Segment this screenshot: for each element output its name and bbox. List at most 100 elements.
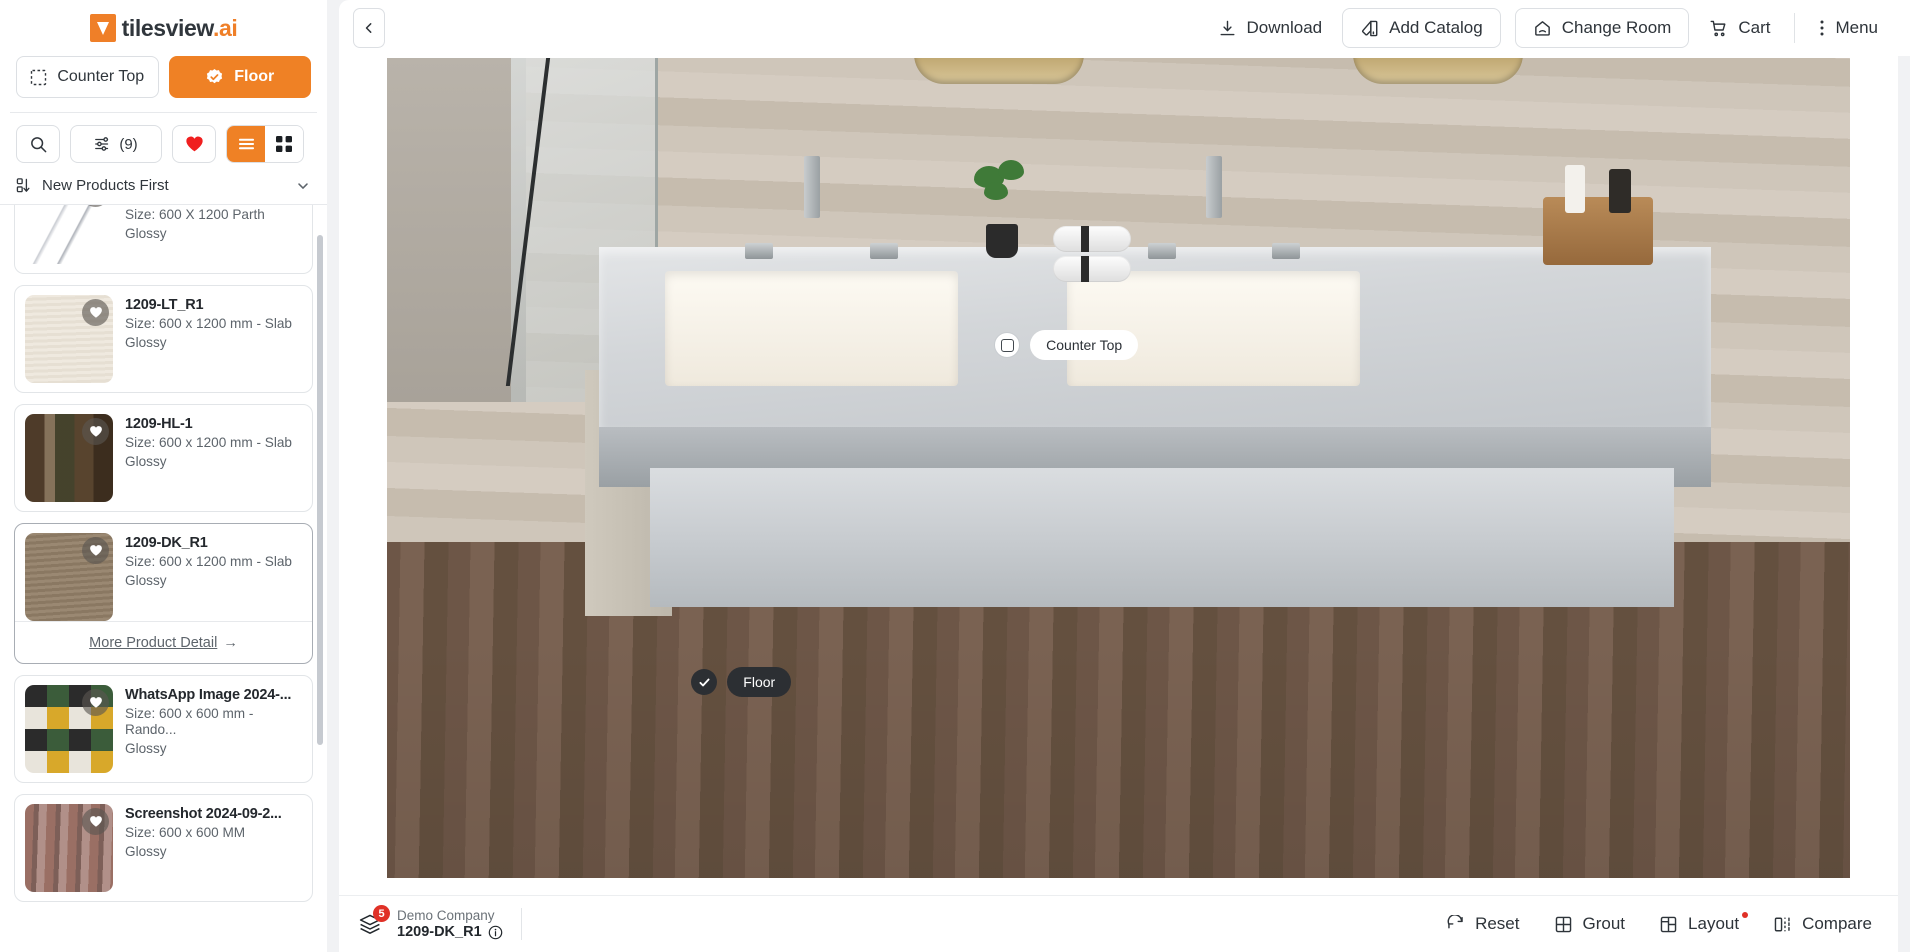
vanity-lower-body bbox=[650, 468, 1675, 608]
product-info: Size: 600 X 1200 Parth Glossy bbox=[125, 205, 302, 264]
catalog-icon bbox=[1360, 19, 1379, 38]
logo-suffix: .ai bbox=[213, 14, 238, 41]
sort-label: New Products First bbox=[42, 177, 169, 194]
product-finish: Glossy bbox=[125, 334, 167, 350]
heart-icon[interactable] bbox=[82, 205, 109, 207]
add-catalog-button[interactable]: Add Catalog bbox=[1342, 8, 1501, 48]
mirror-left bbox=[913, 58, 1084, 84]
product-thumbnail bbox=[25, 804, 113, 892]
compare-label: Compare bbox=[1802, 914, 1872, 933]
sidebar-tab-counter-top-label: Counter Top bbox=[57, 68, 145, 85]
decor-plant bbox=[972, 148, 1032, 259]
menu-label: Menu bbox=[1835, 18, 1878, 37]
bottombar-actions: Reset Grout Layout Compare bbox=[1446, 912, 1872, 934]
heart-icon[interactable] bbox=[82, 689, 109, 716]
product-finish: Glossy bbox=[125, 740, 167, 756]
list-item[interactable]: 1209-LT_R1 Size: 600 x 1200 mm - Slab Gl… bbox=[14, 285, 313, 393]
wall-panel-left bbox=[387, 58, 526, 403]
add-catalog-label: Add Catalog bbox=[1389, 18, 1483, 37]
faucet-handle-4 bbox=[1272, 242, 1301, 259]
list-item-selected[interactable]: 1209-DK_R1 Size: 600 x 1200 mm - Slab Gl… bbox=[14, 523, 313, 664]
room-render-canvas[interactable]: Counter Top Floor bbox=[387, 58, 1850, 878]
info-icon[interactable] bbox=[488, 925, 503, 940]
heart-icon[interactable] bbox=[82, 418, 109, 445]
reset-button[interactable]: Reset bbox=[1446, 914, 1520, 934]
product-finish: Glossy bbox=[125, 225, 167, 241]
change-room-button[interactable]: Change Room bbox=[1514, 8, 1690, 48]
change-room-label: Change Room bbox=[1561, 18, 1672, 37]
product-size: Size: 600 x 600 MM bbox=[125, 825, 246, 840]
product-thumbnail bbox=[25, 205, 113, 264]
sort-selector[interactable]: New Products First bbox=[0, 173, 327, 204]
active-sku: 1209-DK_R1 bbox=[397, 924, 482, 940]
layout-label: Layout bbox=[1688, 914, 1740, 933]
check-icon[interactable] bbox=[691, 669, 718, 696]
more-product-detail-button[interactable]: More Product Detail → bbox=[89, 635, 238, 651]
heart-icon bbox=[185, 135, 204, 153]
app-logo[interactable]: tilesview.ai bbox=[89, 14, 238, 42]
arrow-right-icon: → bbox=[223, 635, 238, 651]
heart-icon[interactable] bbox=[82, 537, 109, 564]
product-info: Screenshot 2024-09-2... Size: 600 x 600 … bbox=[125, 804, 302, 892]
grout-label: Grout bbox=[1582, 914, 1626, 933]
product-size: Size: 600 x 1200 mm - Slab bbox=[125, 316, 292, 331]
chevron-left-icon bbox=[362, 21, 376, 35]
active-product-text: Demo Company 1209-DK_R1 bbox=[397, 908, 503, 940]
cart-button[interactable]: Cart bbox=[1703, 8, 1776, 48]
list-view-button[interactable] bbox=[227, 126, 265, 162]
logo-bar: tilesview.ai bbox=[0, 0, 327, 56]
decor-bottle-dark bbox=[1608, 168, 1631, 213]
compare-button[interactable]: Compare bbox=[1773, 914, 1872, 934]
sidebar-tab-counter-top[interactable]: Counter Top bbox=[16, 56, 159, 98]
download-button[interactable]: Download bbox=[1212, 8, 1329, 48]
product-info: 1209-DK_R1 Size: 600 x 1200 mm - Slab Gl… bbox=[125, 533, 302, 621]
search-icon bbox=[29, 135, 48, 154]
top-toolbar: Download Add Catalog Change Room Cart Me… bbox=[339, 0, 1910, 56]
product-info: WhatsApp Image 2024-... Size: 600 x 600 … bbox=[125, 685, 302, 773]
menu-button[interactable]: Menu bbox=[1813, 8, 1884, 48]
logo-name: tilesview bbox=[121, 14, 214, 41]
cart-icon bbox=[1709, 19, 1728, 38]
render-stage-wrapper: Counter Top Floor bbox=[339, 56, 1898, 895]
list-item[interactable]: WhatsApp Image 2024-... Size: 600 x 600 … bbox=[14, 675, 313, 783]
floor-surface-tag[interactable]: Floor bbox=[691, 667, 792, 698]
layers-count-badge: 5 bbox=[373, 905, 390, 922]
product-name: 1209-HL-1 bbox=[125, 416, 193, 432]
layout-button[interactable]: Layout bbox=[1659, 912, 1749, 934]
back-button[interactable] bbox=[353, 8, 385, 48]
active-product-chip[interactable]: 5 Demo Company 1209-DK_R1 bbox=[355, 905, 522, 940]
counter-top-surface-tag[interactable]: Counter Top bbox=[994, 330, 1139, 361]
kebab-menu-icon bbox=[1819, 18, 1825, 38]
product-name: WhatsApp Image 2024-... bbox=[125, 687, 292, 703]
list-item[interactable]: 1209-HL-1 Size: 600 x 1200 mm - Slab Glo… bbox=[14, 404, 313, 512]
more-product-detail-label: More Product Detail bbox=[89, 635, 218, 651]
search-input[interactable] bbox=[16, 125, 60, 163]
product-info: 1209-HL-1 Size: 600 x 1200 mm - Slab Glo… bbox=[125, 414, 302, 502]
sidebar-tab-floor-label: Floor bbox=[234, 68, 275, 85]
sidebar-tab-floor[interactable]: Floor bbox=[168, 56, 311, 98]
product-info: 1209-LT_R1 Size: 600 x 1200 mm - Slab Gl… bbox=[125, 295, 302, 383]
grid-view-icon bbox=[276, 136, 292, 152]
reset-label: Reset bbox=[1475, 914, 1520, 933]
app-root: tilesview.ai Counter Top Floor (9) New P… bbox=[0, 0, 1910, 952]
list-item[interactable]: Size: 600 X 1200 Parth Glossy bbox=[14, 205, 313, 274]
mirror-right bbox=[1352, 58, 1523, 84]
chevron-down-icon[interactable] bbox=[295, 178, 311, 194]
faucet-right bbox=[1206, 156, 1223, 219]
bottom-toolbar: 5 Demo Company 1209-DK_R1 Reset Grout La… bbox=[339, 895, 1898, 952]
filter-button[interactable]: (9) bbox=[70, 125, 162, 163]
product-list-scrollbar[interactable] bbox=[317, 235, 323, 745]
favorites-button[interactable] bbox=[172, 125, 216, 163]
tilesview-logo-icon bbox=[89, 14, 116, 42]
product-finish: Glossy bbox=[125, 843, 167, 859]
list-item[interactable]: Screenshot 2024-09-2... Size: 600 x 600 … bbox=[14, 794, 313, 902]
heart-icon[interactable] bbox=[82, 808, 109, 835]
faucet-handle-2 bbox=[869, 242, 898, 259]
basin-right bbox=[1067, 271, 1360, 386]
grid-view-button[interactable] bbox=[265, 126, 303, 162]
faucet-handle-1 bbox=[745, 242, 774, 259]
product-list[interactable]: Size: 600 X 1200 Parth Glossy 1209-LT_R1… bbox=[0, 205, 327, 952]
checkbox-empty-icon[interactable] bbox=[994, 332, 1021, 359]
grout-button[interactable]: Grout bbox=[1554, 914, 1626, 934]
heart-icon[interactable] bbox=[82, 299, 109, 326]
